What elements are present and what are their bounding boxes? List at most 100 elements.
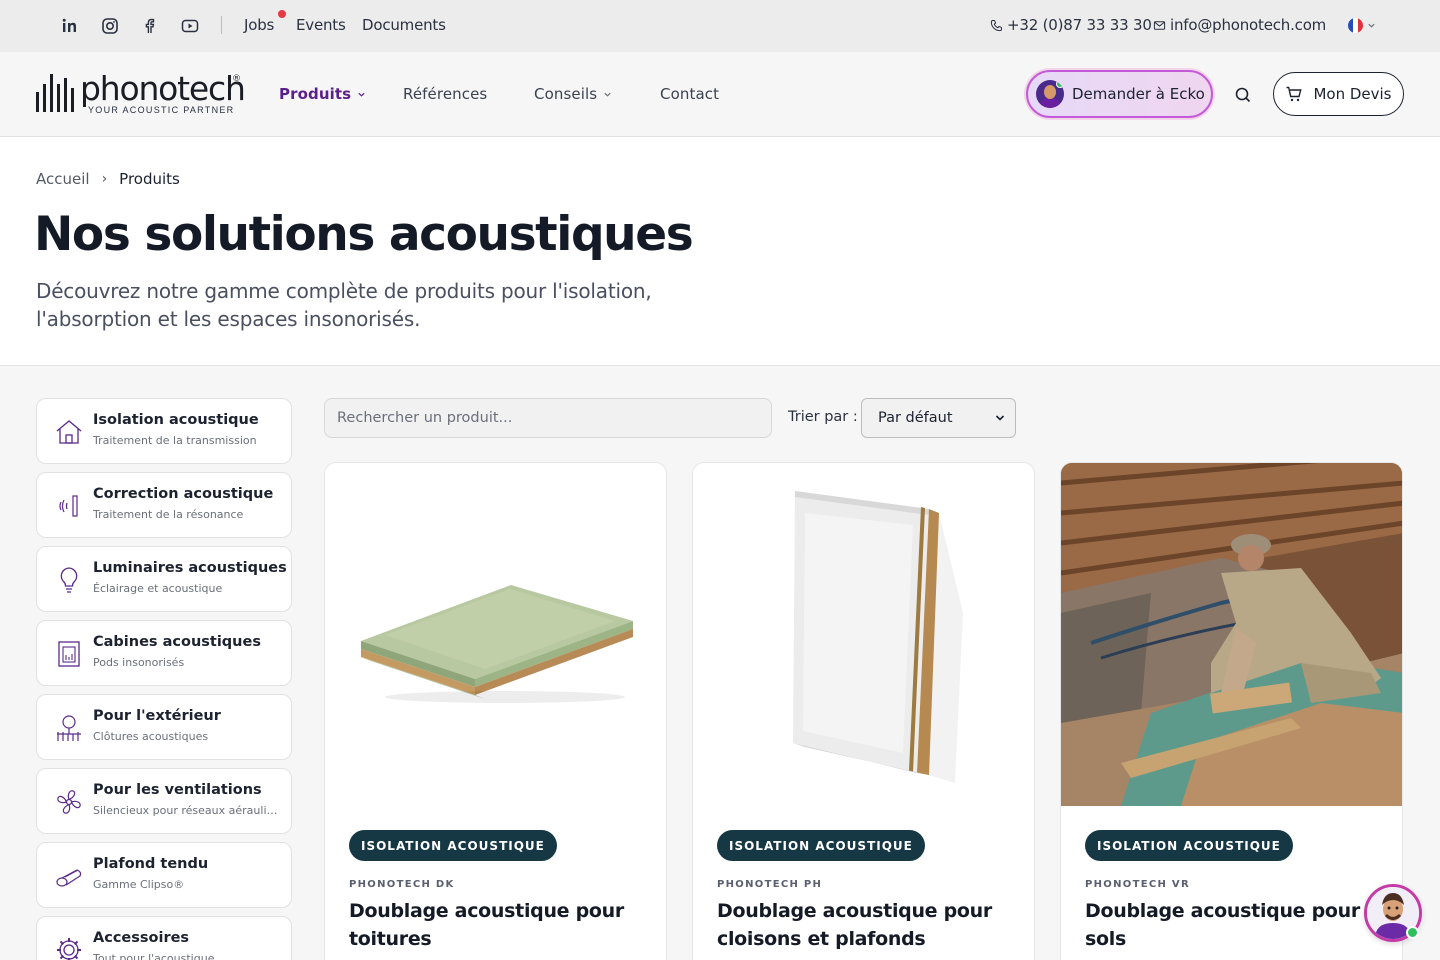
- mon-devis-label: Mon Devis: [1313, 85, 1392, 103]
- page-header: Accueil › Produits Nos solutions acousti…: [0, 137, 1440, 366]
- category-title: Cabines acoustiques: [93, 634, 261, 650]
- category-subtitle: Clôtures acoustiques: [93, 730, 209, 743]
- category-plafond-tendu[interactable]: Plafond tendu Gamme Clipso®: [36, 842, 292, 908]
- product-sku: PHONOTECH PH: [717, 879, 823, 890]
- category-subtitle: Silencieux pour réseaux aérauliques: [93, 804, 279, 817]
- fr-flag-icon: [1348, 18, 1363, 33]
- category-title: Accessoires: [93, 930, 190, 946]
- email-address: info@phonotech.com: [1170, 16, 1327, 34]
- roll-icon: [53, 860, 85, 892]
- category-badge: ISOLATION ACOUSTIQUE: [1085, 830, 1293, 861]
- category-subtitle: Tout pour l'acoustique: [93, 952, 215, 960]
- online-status-dot: [1406, 926, 1419, 939]
- nav-item-produits[interactable]: Produits: [279, 85, 366, 103]
- category-badge: ISOLATION ACOUSTIQUE: [349, 830, 557, 861]
- nav-item-label: Contact: [660, 85, 720, 103]
- page-subtitle: Découvrez notre gamme complète de produi…: [36, 279, 652, 331]
- sort-label: Trier par :: [788, 409, 858, 425]
- category-luminaires-acoustiques[interactable]: Luminaires acoustiques Éclairage et acou…: [36, 546, 292, 612]
- youtube-icon[interactable]: [181, 17, 199, 35]
- language-selector[interactable]: [1348, 18, 1376, 33]
- category-badge: ISOLATION ACOUSTIQUE: [717, 830, 925, 861]
- logo-tagline: YOUR ACOUSTIC PARTNER: [88, 105, 235, 115]
- top-utility-bar: Jobs Events Documents +32 (0)87 33 33 30…: [0, 0, 1440, 52]
- chevron-down-icon: [1368, 23, 1375, 28]
- category-title: Isolation acoustique: [93, 412, 259, 428]
- sort-selected-value: Par défaut: [878, 410, 953, 426]
- category-accessoires[interactable]: Accessoires Tout pour l'acoustique: [36, 916, 292, 960]
- breadcrumb-home[interactable]: Accueil: [36, 170, 90, 188]
- page-title: Nos solutions acoustiques: [34, 207, 694, 262]
- events-link[interactable]: Events: [296, 16, 346, 34]
- tree-fence-icon: [53, 712, 85, 744]
- product-image-panel-flat: [325, 463, 666, 806]
- logo-bars-icon: [36, 74, 74, 112]
- documents-link[interactable]: Documents: [362, 16, 446, 34]
- category-title: Luminaires acoustiques: [93, 560, 287, 576]
- nav-item-contact[interactable]: Contact: [660, 85, 719, 103]
- mon-devis-button[interactable]: Mon Devis: [1273, 72, 1404, 116]
- phone-number: +32 (0)87 33 33 30: [1007, 16, 1152, 34]
- product-title[interactable]: Doublage acoustique pour cloisons et pla…: [717, 897, 1017, 953]
- gear-icon: [53, 934, 85, 960]
- product-image-panel-standing: [693, 463, 1034, 806]
- category-cabines-acoustiques[interactable]: Cabines acoustiques Pods insonorisés: [36, 620, 292, 686]
- nav-item-label: Conseils: [534, 85, 598, 103]
- product-sku: PHONOTECH VR: [1085, 879, 1190, 890]
- category-subtitle: Gamme Clipso®: [93, 878, 185, 891]
- sound-waves-icon: [53, 490, 85, 522]
- ask-ecko-button[interactable]: Demander à Ecko: [1026, 70, 1213, 118]
- chevron-down-icon: [358, 92, 365, 97]
- chevron-down-icon: [995, 415, 1005, 421]
- product-search-input[interactable]: [324, 398, 772, 438]
- divider: [221, 16, 222, 34]
- product-sku: PHONOTECH DK: [349, 879, 455, 890]
- linkedin-icon[interactable]: [61, 17, 79, 35]
- booth-icon: [53, 638, 85, 670]
- email-link[interactable]: info@phonotech.com: [1153, 16, 1326, 34]
- phonotech-logo[interactable]: phonotech ® YOUR ACOUSTIC PARTNER: [36, 69, 246, 118]
- phone-icon: [990, 19, 1003, 31]
- category-title: Pour les ventilations: [93, 782, 262, 798]
- logo-wordmark: phonotech: [80, 69, 246, 108]
- ecko-avatar: [1036, 80, 1064, 108]
- chevron-down-icon: [604, 92, 611, 97]
- category-pour-ventilations[interactable]: Pour les ventilations Silencieux pour ré…: [36, 768, 292, 834]
- product-card[interactable]: ISOLATION ACOUSTIQUE PHONOTECH DK Doubla…: [324, 462, 667, 960]
- breadcrumb: Accueil › Produits: [36, 170, 180, 188]
- main-navigation: phonotech ® YOUR ACOUSTIC PARTNER Produi…: [0, 52, 1440, 137]
- nav-item-label: Références: [403, 85, 488, 103]
- mail-icon: [1153, 20, 1166, 30]
- nav-item-conseils[interactable]: Conseils: [534, 85, 612, 103]
- lightbulb-icon: [53, 564, 85, 596]
- category-subtitle: Pods insonorisés: [93, 656, 185, 669]
- notification-dot: [278, 10, 286, 18]
- category-correction-acoustique[interactable]: Correction acoustique Traitement de la r…: [36, 472, 292, 538]
- category-title: Plafond tendu: [93, 856, 209, 872]
- product-title[interactable]: Doublage acoustique pour sols: [1085, 897, 1385, 953]
- breadcrumb-current: Produits: [119, 170, 180, 188]
- instagram-icon[interactable]: [101, 17, 119, 35]
- category-subtitle: Traitement de la résonance: [93, 508, 244, 521]
- category-title: Correction acoustique: [93, 486, 274, 502]
- cart-icon: [1286, 86, 1303, 102]
- category-isolation-acoustique[interactable]: Isolation acoustique Traitement de la tr…: [36, 398, 292, 464]
- jobs-link[interactable]: Jobs: [244, 16, 274, 34]
- category-subtitle: Éclairage et acoustique: [93, 582, 223, 595]
- category-pour-exterieur[interactable]: Pour l'extérieur Clôtures acoustiques: [36, 694, 292, 760]
- search-icon[interactable]: [1233, 85, 1253, 105]
- breadcrumb-separator: ›: [101, 171, 108, 187]
- registered-mark: ®: [232, 74, 241, 84]
- nav-item-references[interactable]: Références: [403, 85, 487, 103]
- product-image-floor-install-photo: [1061, 463, 1402, 806]
- product-title[interactable]: Doublage acoustique pour toitures: [349, 897, 649, 953]
- facebook-icon[interactable]: [141, 17, 159, 35]
- product-card[interactable]: ISOLATION ACOUSTIQUE PHONOTECH PH Doubla…: [692, 462, 1035, 960]
- category-subtitle: Traitement de la transmission: [93, 434, 257, 447]
- phone-link[interactable]: +32 (0)87 33 33 30: [990, 16, 1152, 34]
- fan-icon: [53, 786, 85, 818]
- sort-select[interactable]: Par défaut: [861, 398, 1016, 438]
- house-icon: [53, 416, 85, 448]
- ask-ecko-label: Demander à Ecko: [1072, 85, 1205, 103]
- product-card[interactable]: ISOLATION ACOUSTIQUE PHONOTECH VR Doubla…: [1060, 462, 1403, 960]
